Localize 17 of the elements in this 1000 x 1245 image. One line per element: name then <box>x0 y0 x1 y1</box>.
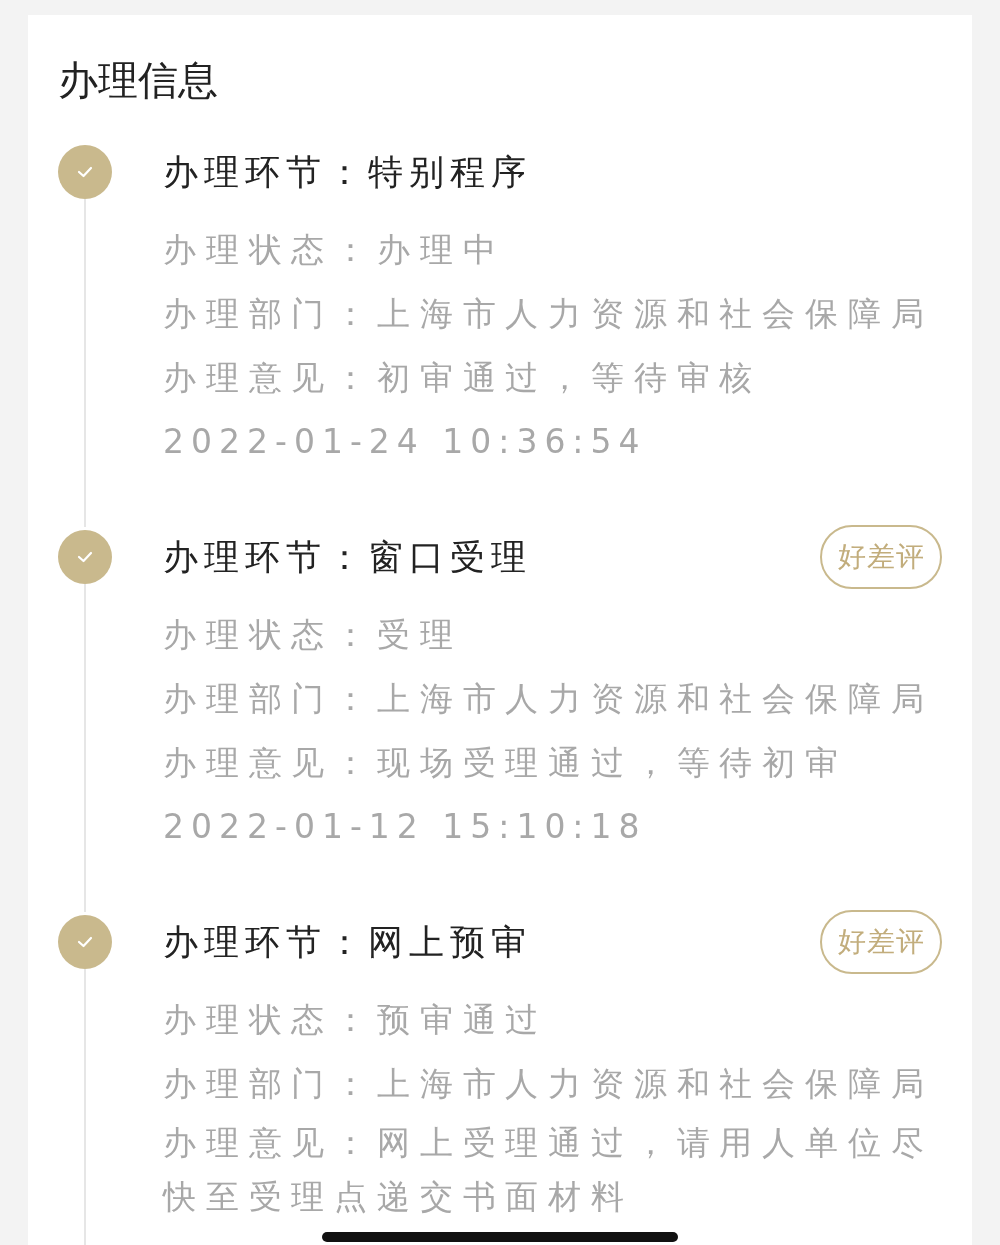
step-detail: 办理状态：受理 <box>163 614 464 656</box>
step-timestamp: 2022-01-12 15:10:18 <box>163 806 648 848</box>
step-heading: 办理环节：窗口受理 <box>163 535 532 579</box>
rating-button[interactable]: 好差评 <box>820 910 942 974</box>
step-detail: 办理部门：上海市人力资源和社会保障局 <box>163 678 935 720</box>
step-detail: 办理状态：预审通过 <box>163 999 550 1041</box>
step-heading: 办理环节：网上预审 <box>163 920 532 964</box>
section-title: 办理信息 <box>58 56 219 105</box>
step-detail: 办理意见：网上受理通过，请用人单位尽快至受理点递交书面材料 <box>163 1122 935 1218</box>
step-detail: 办理部门：上海市人力资源和社会保障局 <box>163 293 935 335</box>
rating-button[interactable]: 好差评 <box>820 525 942 589</box>
step-timestamp: 2022-01-24 10:36:54 <box>163 421 648 463</box>
step-detail: 办理意见：现场受理通过，等待初审 <box>163 742 849 784</box>
step-detail: 办理部门：上海市人力资源和社会保障局 <box>163 1063 935 1105</box>
step-detail: 办理状态：办理中 <box>163 229 507 271</box>
step-detail: 办理意见：初审通过，等待审核 <box>163 357 764 399</box>
step-heading: 办理环节：特别程序 <box>163 150 532 194</box>
